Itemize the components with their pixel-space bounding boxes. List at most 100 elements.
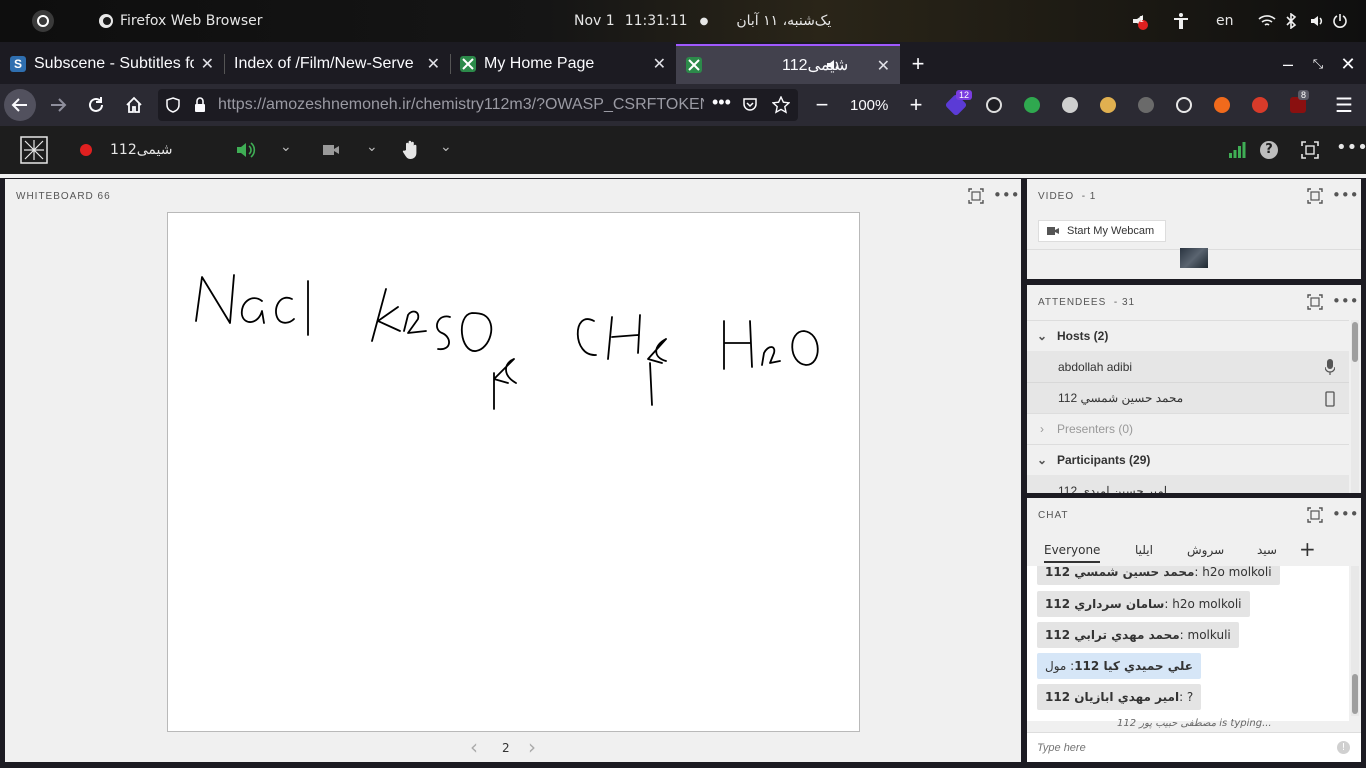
extension-bird-icon[interactable] xyxy=(986,97,1002,113)
reload-icon xyxy=(89,97,103,112)
attendees-title: ATTENDEES - 31 xyxy=(1038,297,1136,308)
raise-hand-icon[interactable] xyxy=(402,140,420,160)
prev-page-icon[interactable]: ‹ xyxy=(470,735,478,759)
home-button[interactable] xyxy=(118,89,150,121)
close-icon[interactable]: ✕ xyxy=(427,54,440,74)
volume-icon[interactable] xyxy=(1309,0,1325,42)
extension-green-b-icon[interactable] xyxy=(1024,97,1040,113)
start-webcam-button[interactable]: Start My Webcam xyxy=(1038,220,1166,242)
extension-github-icon[interactable] xyxy=(1138,97,1154,113)
hamburger-menu-icon[interactable]: ☰ xyxy=(1328,89,1360,121)
chevron-down-icon[interactable]: ⌄ xyxy=(280,139,292,155)
new-tab-button[interactable]: + xyxy=(902,48,934,80)
attendee-row[interactable]: امیر حسین امیدی 112 xyxy=(1027,475,1349,493)
url-text[interactable]: https://amozeshnemoneh.ir/chemistry112m3… xyxy=(218,96,704,114)
close-icon[interactable]: ✕ xyxy=(201,54,214,74)
reload-button[interactable] xyxy=(80,89,112,121)
activities-button[interactable] xyxy=(32,0,54,42)
zoom-out-button[interactable]: − xyxy=(806,89,838,121)
camera-icon[interactable] xyxy=(322,143,340,157)
extension-infinity-icon[interactable] xyxy=(1214,97,1230,113)
window-close-button[interactable]: ✕ xyxy=(1332,48,1364,80)
maximize-pod-icon[interactable] xyxy=(1307,507,1323,523)
add-chat-tab-button[interactable]: + xyxy=(1299,537,1316,561)
zoom-in-button[interactable]: + xyxy=(900,89,932,121)
scrollbar-thumb[interactable] xyxy=(1352,322,1358,362)
tab-my-home-page[interactable]: My Home Page ✕ xyxy=(450,44,676,84)
pocket-icon[interactable] xyxy=(742,97,758,113)
help-icon[interactable]: ? xyxy=(1260,141,1278,159)
chat-tab-everyone[interactable]: Everyone xyxy=(1044,537,1101,563)
pod-options-icon[interactable]: ••• xyxy=(993,186,1020,204)
chat-tabs: Everyone ایلیا سروش سید + xyxy=(1027,537,1361,567)
chat-tab-private[interactable]: سید xyxy=(1257,537,1277,563)
chat-input[interactable] xyxy=(1037,739,1317,757)
clock-date: Nov 1 xyxy=(574,13,615,29)
chevron-down-icon[interactable]: ⌄ xyxy=(440,139,452,155)
participants-group-header[interactable]: ⌄ Participants (29) xyxy=(1027,444,1349,475)
pod-options-icon[interactable]: ••• xyxy=(1332,186,1359,204)
chat-messages: محمد حسين شمسي 112: h2o molkoli سامان سر… xyxy=(1027,566,1349,721)
adobe-connect-logo-icon[interactable] xyxy=(20,136,48,164)
pod-options-icon[interactable]: ••• xyxy=(1332,505,1359,523)
page-actions-icon[interactable]: ••• xyxy=(712,92,731,113)
next-page-icon[interactable]: › xyxy=(528,735,536,759)
attendees-scrollbar[interactable] xyxy=(1351,320,1359,493)
navigation-bar: https://amozeshnemoneh.ir/chemistry112m3… xyxy=(0,84,1366,126)
speaker-icon[interactable] xyxy=(826,58,840,72)
bluetooth-icon[interactable] xyxy=(1285,0,1297,42)
maximize-pod-icon[interactable] xyxy=(1307,294,1323,310)
tab-index-film[interactable]: Index of /Film/New-Server ✕ xyxy=(224,44,450,84)
extension-atom-icon[interactable] xyxy=(1176,97,1192,113)
extension-fire-icon[interactable] xyxy=(1252,97,1268,113)
chat-message-highlighted: علي حميدي کيا 112: مول xyxy=(1037,653,1201,679)
whiteboard-canvas[interactable] xyxy=(167,212,860,732)
video-thumbnail[interactable] xyxy=(1180,248,1208,268)
scrollbar-thumb[interactable] xyxy=(1352,674,1358,714)
adobe-connect-toolbar: شیمی112 ⌄ ⌄ ⌄ ? ••• xyxy=(0,126,1366,174)
minimize-button[interactable]: – xyxy=(1272,48,1304,80)
notification-tray-item[interactable]: 1 xyxy=(1130,0,1148,42)
attendee-row[interactable]: abdollah adibi xyxy=(1027,351,1349,382)
handwriting-drawing xyxy=(195,274,819,410)
restore-button[interactable]: ⤡ xyxy=(1302,48,1334,80)
power-icon[interactable] xyxy=(1332,0,1348,42)
maximize-pod-icon[interactable] xyxy=(1307,188,1323,204)
clock[interactable]: Nov 1 11:31:11 ● یک‌شنبه، ۱۱ آبان xyxy=(574,0,831,42)
more-options-icon[interactable]: ••• xyxy=(1336,137,1366,158)
star-icon[interactable] xyxy=(772,96,790,114)
shield-icon[interactable] xyxy=(166,97,180,113)
chat-tab-private[interactable]: سروش xyxy=(1187,537,1224,563)
language-indicator[interactable]: en xyxy=(1216,0,1234,42)
tab-subscene[interactable]: S Subscene - Subtitles for ✕ xyxy=(0,44,224,84)
lock-icon[interactable] xyxy=(194,97,206,113)
presenters-group-header[interactable]: › Presenters (0) xyxy=(1027,413,1349,444)
persian-date: یک‌شنبه، ۱۱ آبان xyxy=(736,13,832,29)
info-icon[interactable]: ! xyxy=(1337,741,1350,754)
extension-owl-icon[interactable] xyxy=(1100,97,1116,113)
fullscreen-icon[interactable] xyxy=(1301,141,1319,159)
extension-circle-icon[interactable] xyxy=(1062,97,1078,113)
back-button[interactable] xyxy=(4,89,36,121)
close-icon[interactable]: ✕ xyxy=(653,54,666,74)
chat-input-field[interactable]: ! xyxy=(1027,732,1361,762)
chat-scrollbar[interactable] xyxy=(1351,566,1359,716)
home-icon xyxy=(126,96,142,113)
attendee-name: امیر حسین امیدی 112 xyxy=(1058,483,1168,494)
maximize-pod-icon[interactable] xyxy=(968,188,984,204)
zoom-level[interactable]: 100% xyxy=(850,97,888,114)
chat-tab-private[interactable]: ایلیا xyxy=(1135,537,1153,563)
toolbar-separator xyxy=(0,174,1366,178)
pod-options-icon[interactable]: ••• xyxy=(1332,292,1359,310)
chevron-down-icon[interactable]: ⌄ xyxy=(366,139,378,155)
close-icon[interactable]: ✕ xyxy=(877,56,890,76)
app-menu[interactable]: Firefox Web Browser xyxy=(98,0,263,42)
accessibility-icon[interactable] xyxy=(1172,0,1190,42)
wifi-icon[interactable] xyxy=(1258,0,1276,42)
hosts-group-header[interactable]: ⌄ Hosts (2) xyxy=(1027,320,1349,351)
tab-chemistry-active[interactable]: شیمی112 ✕ xyxy=(676,44,900,84)
url-bar[interactable]: https://amozeshnemoneh.ir/chemistry112m3… xyxy=(158,89,798,121)
speaker-on-icon[interactable] xyxy=(236,141,256,159)
attendee-row[interactable]: محمد حسین شمسي 112 xyxy=(1027,382,1349,413)
forward-button[interactable] xyxy=(42,89,74,121)
